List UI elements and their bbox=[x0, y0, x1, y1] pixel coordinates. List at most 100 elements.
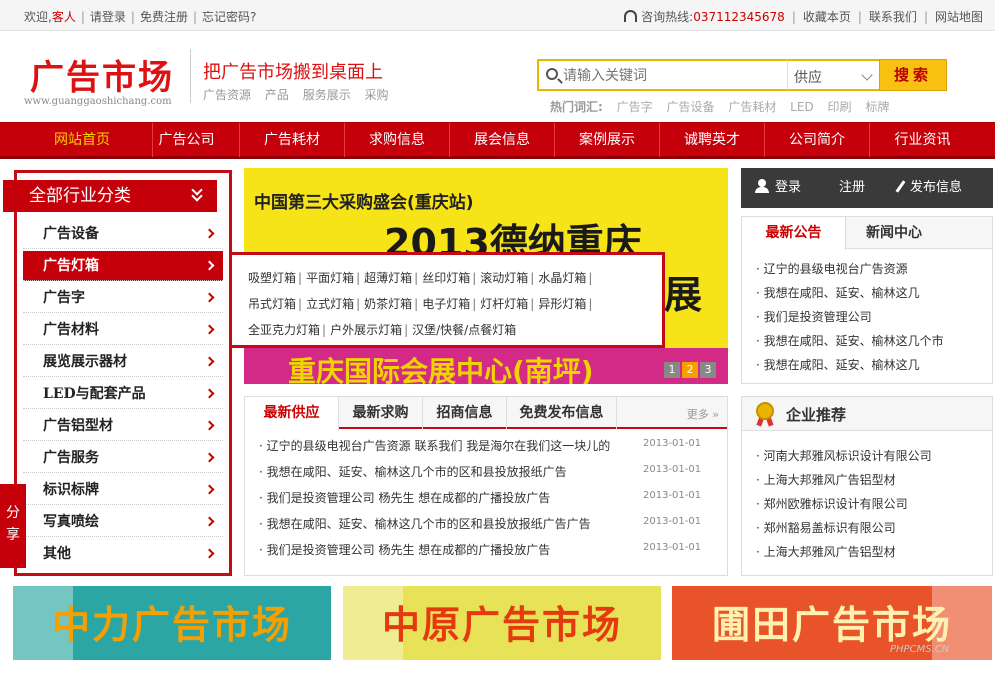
nav-purchase-info[interactable]: 求购信息 bbox=[345, 123, 450, 157]
search-button[interactable]: 搜索 bbox=[879, 59, 947, 91]
nav-home[interactable]: 网站首页 bbox=[12, 123, 153, 157]
flyout-link[interactable]: 立式灯箱 bbox=[306, 297, 354, 311]
subnav-products[interactable]: 产品 bbox=[265, 88, 289, 102]
favorite-link[interactable]: 收藏本页 bbox=[803, 10, 851, 24]
flyout-link[interactable]: 吸塑灯箱 bbox=[248, 271, 296, 285]
flyout-link[interactable]: 丝印灯箱 bbox=[422, 271, 470, 285]
category-item[interactable]: 广告字 bbox=[23, 283, 223, 313]
user-login-button[interactable]: 登录 bbox=[755, 168, 801, 208]
supply-row-date: 2013-01-01 bbox=[643, 490, 702, 501]
hot-word[interactable]: LED bbox=[790, 100, 814, 114]
hot-word[interactable]: 广告字 bbox=[617, 100, 653, 114]
flyout-link[interactable]: 平面灯箱 bbox=[306, 271, 354, 285]
supply-row[interactable]: · 我想在咸阳、延安、榆林这几个市的区和县投放报纸广告 bbox=[259, 463, 567, 480]
news-row[interactable]: · 我想在咸阳、延安、榆林这几 bbox=[756, 356, 920, 373]
nav-industry-news[interactable]: 行业资讯 bbox=[870, 123, 975, 157]
sitemap-link[interactable]: 网站地图 bbox=[935, 10, 983, 24]
enterprise-row[interactable]: · 上海大邦雅风广告铝型材 bbox=[756, 543, 896, 560]
category-item[interactable]: 广告材料 bbox=[23, 315, 223, 345]
subnav-resources[interactable]: 广告资源 bbox=[203, 88, 251, 102]
share-tab[interactable]: 分享 bbox=[0, 484, 26, 568]
flyout-line: 吊式灯箱 | 立式灯箱 | 奶茶灯箱 | 电子灯箱 | 灯杆灯箱 | 异形灯箱 | bbox=[248, 297, 593, 311]
enterprise-row[interactable]: · 上海大邦雅风广告铝型材 bbox=[756, 471, 896, 488]
search-icon bbox=[546, 68, 558, 80]
publish-info-button[interactable]: 发布信息 bbox=[895, 168, 962, 208]
enterprise-row[interactable]: · 河南大邦雅风标识设计有限公司 bbox=[756, 447, 932, 464]
tab-free-publish[interactable]: 免费发布信息 bbox=[507, 397, 617, 429]
enterprise-row[interactable]: · 郑州欧雅标识设计有限公司 bbox=[756, 495, 908, 512]
forgot-password-link[interactable]: 忘记密码? bbox=[202, 10, 256, 24]
category-item[interactable]: 写真喷绘 bbox=[23, 507, 223, 537]
category-item[interactable]: 其他 bbox=[23, 539, 223, 569]
login-link[interactable]: 请登录 bbox=[90, 10, 126, 24]
register-link[interactable]: 免费注册 bbox=[140, 10, 188, 24]
chevron-right-icon bbox=[204, 452, 215, 463]
nav-about[interactable]: 公司简介 bbox=[765, 123, 870, 157]
nav-cases[interactable]: 案例展示 bbox=[555, 123, 660, 157]
category-sidebar: 全部行业分类 广告设备 广告灯箱 广告字 广告材料 展览展示器材 LED与配套产… bbox=[3, 170, 232, 576]
supply-row[interactable]: · 我们是投资管理公司 杨先生 想在成都的广播投放广告 bbox=[259, 541, 550, 558]
header-subnav: 广告资源 产品 服务展示 采购 bbox=[203, 86, 389, 103]
ad-title: 中力广告市场 bbox=[51, 603, 292, 647]
supply-panel: 最新供应 最新求购 招商信息 免费发布信息 更多 » · 辽宁的县级电视台广告资… bbox=[244, 396, 728, 576]
ad-banner-zhongli[interactable]: 中力广告市场 bbox=[13, 586, 331, 660]
category-item[interactable]: 标识标牌 bbox=[23, 475, 223, 505]
category-item[interactable]: LED与配套产品 bbox=[23, 379, 223, 409]
news-row[interactable]: · 我想在咸阳、延安、榆林这几个市 bbox=[756, 332, 944, 349]
enterprise-row[interactable]: · 郑州豁易盖标识有限公司 bbox=[756, 519, 896, 536]
double-chevron-right-icon: » bbox=[712, 408, 719, 421]
news-row[interactable]: · 我们是投资管理公司 bbox=[756, 308, 872, 325]
tab-latest-supply[interactable]: 最新供应 bbox=[245, 397, 339, 431]
supply-row-text: 我想在咸阳、延安、榆林这几个市的区和县投放报纸广告广告 bbox=[266, 517, 591, 531]
flyout-link[interactable]: 水晶灯箱 bbox=[538, 271, 586, 285]
flyout-link[interactable]: 奶茶灯箱 bbox=[364, 297, 412, 311]
category-header[interactable]: 全部行业分类 bbox=[3, 180, 217, 212]
hot-word[interactable]: 广告设备 bbox=[666, 100, 714, 114]
user-icon bbox=[755, 179, 769, 193]
hot-word[interactable]: 标牌 bbox=[865, 100, 889, 114]
flyout-link[interactable]: 电子灯箱 bbox=[422, 297, 470, 311]
supply-row[interactable]: · 辽宁的县级电视台广告资源 联系我们 我是海尔在我们这一块儿的 bbox=[259, 437, 610, 454]
subnav-purchase[interactable]: 采购 bbox=[365, 88, 389, 102]
tab-investment[interactable]: 招商信息 bbox=[423, 397, 507, 429]
supply-row[interactable]: · 我们是投资管理公司 杨先生 想在成都的广播投放广告 bbox=[259, 489, 550, 506]
tab-news-center[interactable]: 新闻中心 bbox=[846, 217, 942, 249]
flyout-link[interactable]: 超薄灯箱 bbox=[364, 271, 412, 285]
search-type-select[interactable]: 供应 bbox=[787, 59, 879, 91]
search-input[interactable] bbox=[563, 65, 783, 87]
category-item[interactable]: 广告服务 bbox=[23, 443, 223, 473]
contact-link[interactable]: 联系我们 bbox=[869, 10, 917, 24]
category-item-active[interactable]: 广告灯箱 bbox=[23, 251, 223, 281]
category-item[interactable]: 展览展示器材 bbox=[23, 347, 223, 377]
nav-jobs[interactable]: 诚聘英才 bbox=[660, 123, 765, 157]
flyout-line: 全亚克力灯箱 | 户外展示灯箱 | 汉堡/快餐/点餐灯箱 bbox=[248, 323, 517, 337]
subnav-services[interactable]: 服务展示 bbox=[303, 88, 351, 102]
hot-word[interactable]: 广告耗材 bbox=[728, 100, 776, 114]
user-register-button[interactable]: 注册 bbox=[839, 168, 865, 208]
tab-latest-purchase[interactable]: 最新求购 bbox=[339, 397, 423, 429]
banner-dot[interactable]: 3 bbox=[700, 362, 716, 378]
ad-banner-zhongyuan[interactable]: 中原广告市场 bbox=[343, 586, 661, 660]
flyout-link[interactable]: 吊式灯箱 bbox=[248, 297, 296, 311]
banner-dot-active[interactable]: 2 bbox=[682, 362, 698, 378]
nav-exhibitions[interactable]: 展会信息 bbox=[450, 123, 555, 157]
more-link[interactable]: 更多 » bbox=[687, 406, 719, 422]
flyout-link[interactable]: 汉堡/快餐/点餐灯箱 bbox=[412, 323, 516, 337]
category-item[interactable]: 广告设备 bbox=[23, 219, 223, 249]
chevron-right-icon bbox=[204, 420, 215, 431]
news-row[interactable]: · 辽宁的县级电视台广告资源 bbox=[756, 260, 908, 277]
news-row[interactable]: · 我想在咸阳、延安、榆林这几 bbox=[756, 284, 920, 301]
nav-ad-companies[interactable]: 广告公司 bbox=[134, 123, 240, 157]
hot-word[interactable]: 印刷 bbox=[828, 100, 852, 114]
supply-row[interactable]: · 我想在咸阳、延安、榆林这几个市的区和县投放报纸广告广告 bbox=[259, 515, 591, 532]
category-item[interactable]: 广告铝型材 bbox=[23, 411, 223, 441]
site-logo[interactable]: 广告市场 bbox=[30, 50, 174, 99]
flyout-link[interactable]: 户外展示灯箱 bbox=[330, 323, 402, 337]
nav-ad-consumables[interactable]: 广告耗材 bbox=[240, 123, 345, 157]
flyout-link[interactable]: 全亚克力灯箱 bbox=[248, 323, 320, 337]
banner-dot[interactable]: 1 bbox=[664, 362, 680, 378]
flyout-link[interactable]: 滚动灯箱 bbox=[480, 271, 528, 285]
tab-announcements[interactable]: 最新公告 bbox=[742, 217, 846, 250]
flyout-link[interactable]: 异形灯箱 bbox=[538, 297, 586, 311]
flyout-link[interactable]: 灯杆灯箱 bbox=[480, 297, 528, 311]
